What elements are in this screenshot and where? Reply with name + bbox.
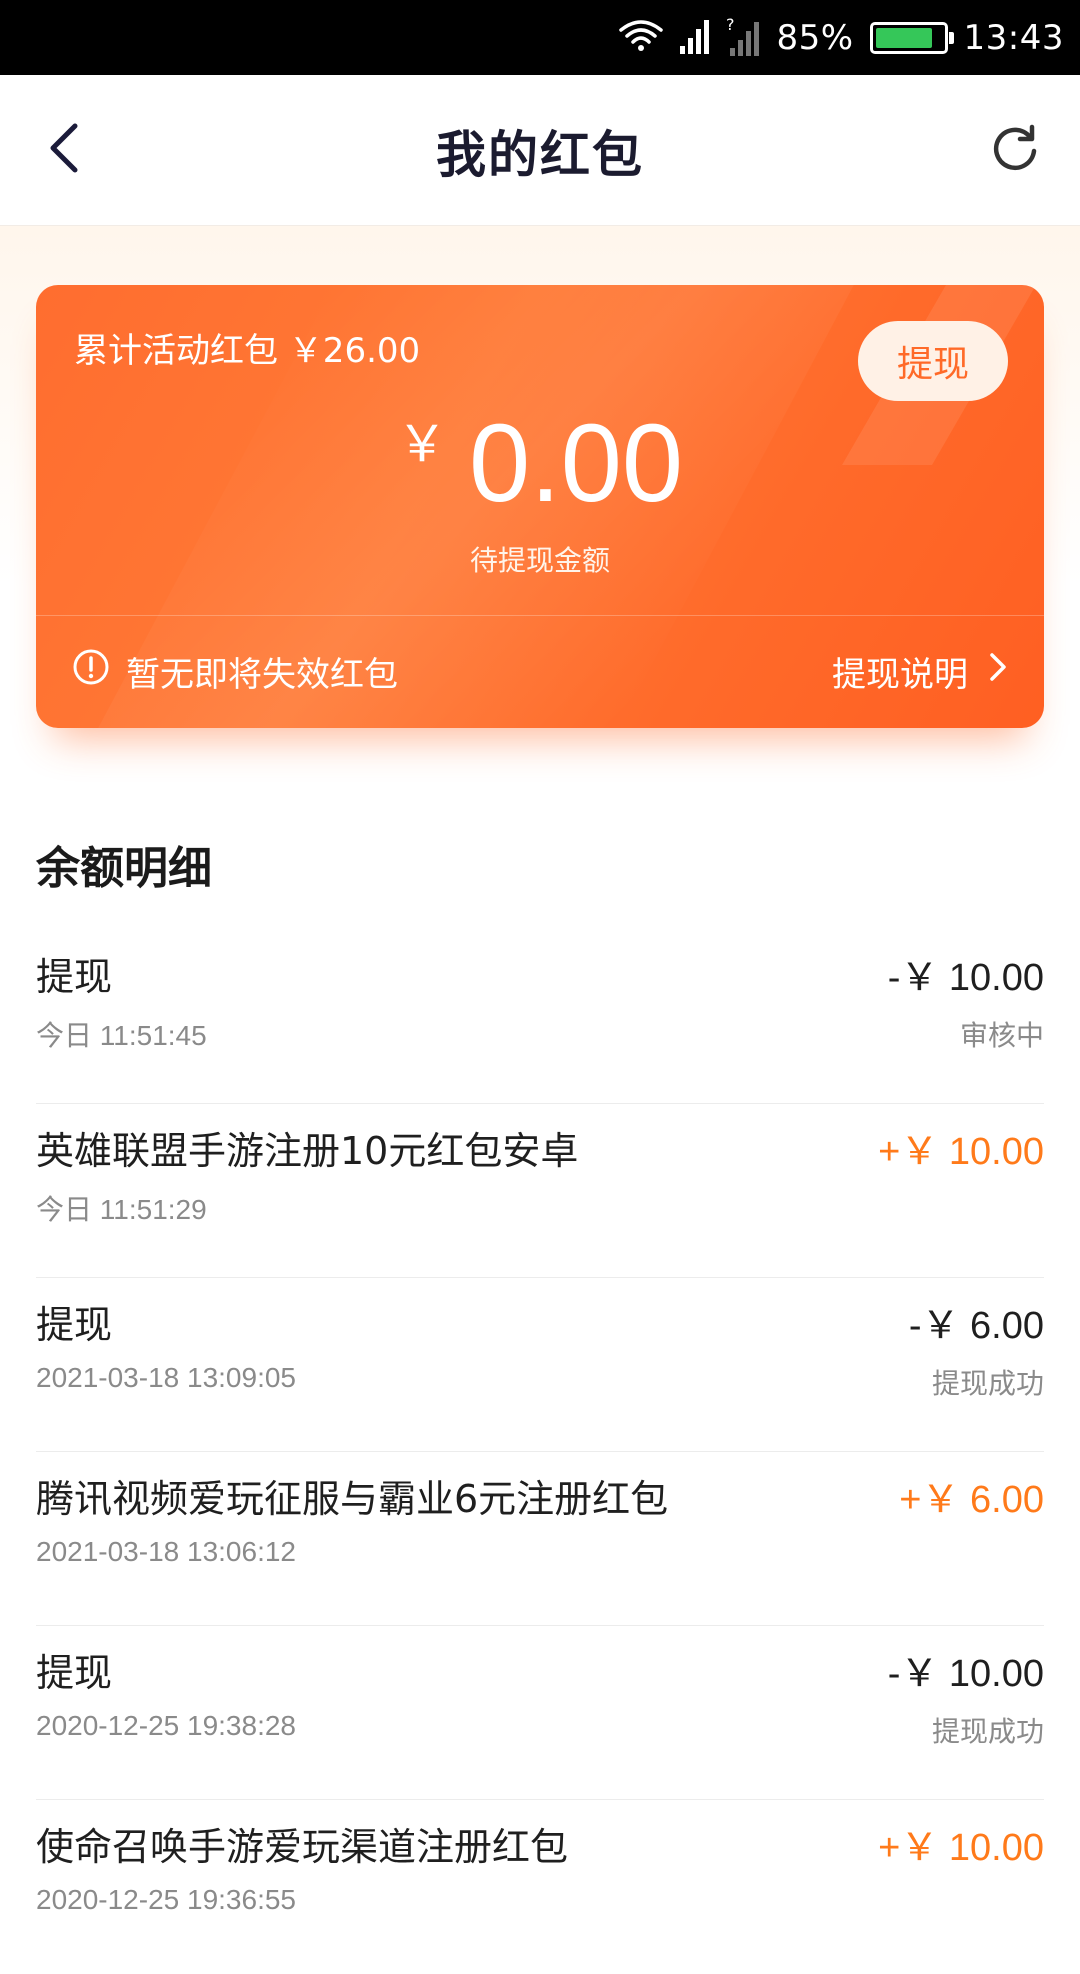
table-row[interactable]: 英雄联盟手游注册10元红包安卓 今日 11:51:29 +￥ 10.00: [36, 1104, 1044, 1278]
exclamation-circle-icon: [72, 648, 110, 695]
tx-amount: +￥ 10.00: [878, 1131, 1044, 1173]
tx-title: 提现: [36, 955, 113, 999]
table-row[interactable]: 提现 2021-03-18 13:09:05 -￥ 6.00 提现成功: [36, 1278, 1044, 1452]
refresh-icon: [990, 123, 1040, 177]
tx-time: 2021-03-18 13:09:05: [36, 1362, 296, 1393]
withdraw-button[interactable]: 提现: [858, 321, 1008, 401]
tx-title: 提现: [36, 1651, 113, 1695]
tx-time: 今日 11:51:29: [36, 1194, 207, 1225]
tx-amount: +￥ 6.00: [899, 1479, 1044, 1521]
table-row[interactable]: 提现 今日 11:51:45 -￥ 10.00 审核中: [36, 930, 1044, 1104]
tx-time: 2021-03-18 13:06:12: [36, 1536, 296, 1567]
tx-status: 提现成功: [931, 1367, 1044, 1400]
status-bar: ? 85% 13:43: [0, 0, 1080, 75]
refresh-button[interactable]: [980, 115, 1050, 185]
tx-time: 2020-12-25 19:36:55: [36, 1884, 296, 1915]
total-red-packet-label: 累计活动红包 ￥26.00: [74, 331, 421, 371]
withdraw-info-link[interactable]: 提现说明: [832, 647, 1008, 696]
expiry-notice: 暂无即将失效红包: [72, 647, 398, 696]
tx-amount: +￥ 10.00: [878, 1827, 1044, 1869]
tx-status: 审核中: [959, 1019, 1044, 1052]
chevron-right-icon: [988, 651, 1008, 692]
tx-amount: -￥ 6.00: [908, 1305, 1044, 1347]
battery-icon: [869, 21, 954, 54]
card-footer: 暂无即将失效红包 提现说明: [72, 615, 1008, 728]
expiry-notice-text: 暂无即将失效红包: [126, 655, 398, 695]
tx-time: 今日 11:51:45: [36, 1020, 207, 1051]
table-row[interactable]: 提现 2020-12-25 19:38:28 -￥ 10.00 提现成功: [36, 1626, 1044, 1800]
battery-level: [875, 27, 932, 48]
signal-icon: [680, 18, 710, 58]
battery-percent: 85%: [776, 17, 854, 58]
balance-amount: 0.00: [468, 402, 684, 525]
tx-title: 腾讯视频爱玩征服与霸业6元注册红包: [36, 1477, 669, 1521]
clock: 13:43: [963, 17, 1064, 58]
tx-status: 提现成功: [931, 1715, 1044, 1748]
app-header: 我的红包: [0, 75, 1080, 226]
tx-amount: -￥ 10.00: [887, 1653, 1044, 1695]
table-row[interactable]: 腾讯视频爱玩征服与霸业6元注册红包 2021-03-18 13:06:12 +￥…: [36, 1452, 1044, 1626]
balance-card: 累计活动红包 ￥26.00 提现 ￥ 0.00 待提现金额 暂无即将失效红包 提现…: [36, 285, 1044, 728]
tx-title: 英雄联盟手游注册10元红包安卓: [36, 1129, 579, 1173]
tx-amount: -￥ 10.00: [887, 957, 1044, 999]
balance-caption: 待提现金额: [469, 544, 610, 577]
section-title: 余额明细: [36, 843, 212, 894]
tx-title: 提现: [36, 1303, 113, 1347]
withdraw-info-label: 提现说明: [832, 655, 968, 695]
wifi-icon: [618, 18, 664, 58]
svg-text:?: ?: [726, 16, 735, 34]
transaction-list: 提现 今日 11:51:45 -￥ 10.00 审核中 英雄联盟手游注册10元红…: [36, 930, 1044, 1974]
currency-symbol: ￥: [396, 415, 447, 473]
status-icons: ? 85% 13:43: [618, 0, 1064, 75]
page-title: 我的红包: [436, 126, 644, 184]
table-row[interactable]: 使命召唤手游爱玩渠道注册红包 2020-12-25 19:36:55 +￥ 10…: [36, 1800, 1044, 1974]
tx-time: 2020-12-25 19:38:28: [36, 1710, 296, 1741]
balance-display: ￥ 0.00: [36, 400, 1044, 527]
tx-title: 使命召唤手游爱玩渠道注册红包: [36, 1825, 569, 1869]
signal-unknown-icon: ?: [726, 15, 760, 60]
